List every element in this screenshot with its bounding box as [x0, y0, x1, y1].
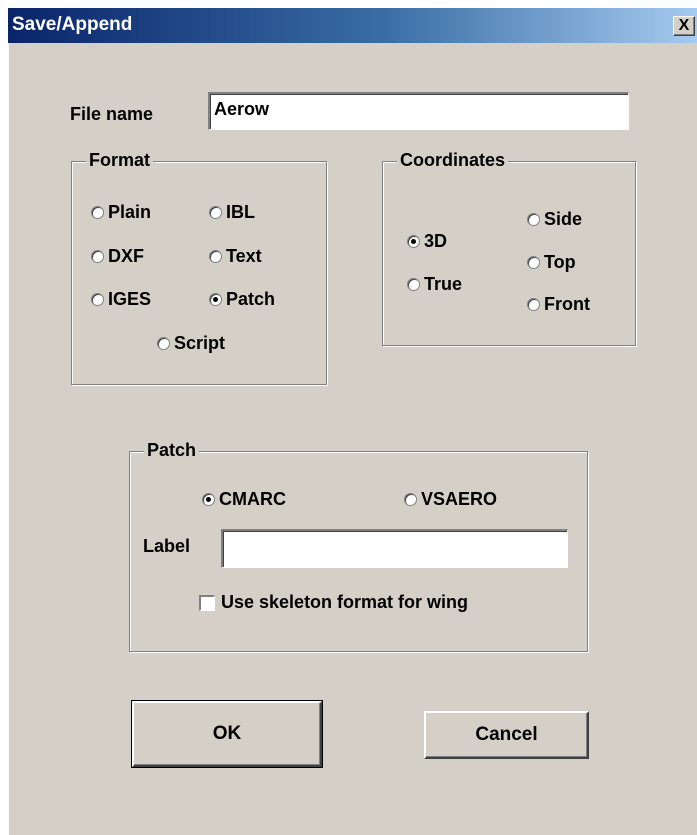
- coordinates-option-label: 3D: [424, 230, 448, 251]
- radio-button-selected-icon: [202, 492, 215, 506]
- patch-group: Patch CMARC VSAERO Label Use skeleton fo…: [129, 439, 588, 652]
- file-name-input[interactable]: Aerow: [208, 92, 629, 130]
- format-legend: Format: [86, 149, 154, 171]
- coordinates-option-label: Side: [544, 208, 583, 229]
- coordinates-option-label: Front: [544, 293, 590, 314]
- format-option-label: Patch: [226, 288, 276, 309]
- radio-button-icon: [157, 336, 170, 350]
- file-name-label: File name: [70, 104, 154, 124]
- radio-button-icon: [91, 249, 104, 263]
- format-option-label: Text: [226, 245, 262, 266]
- close-icon: X: [678, 17, 690, 34]
- format-radio-dxf[interactable]: DXF: [91, 245, 144, 267]
- radio-button-icon: [91, 205, 104, 219]
- ok-button-label: OK: [212, 723, 242, 744]
- format-option-label: IGES: [108, 288, 152, 309]
- cancel-button[interactable]: Cancel: [424, 711, 589, 759]
- format-radio-text[interactable]: Text: [209, 245, 262, 267]
- coordinates-legend: Coordinates: [397, 149, 509, 171]
- radio-button-icon: [527, 297, 540, 311]
- format-radio-ibl[interactable]: IBL: [209, 201, 255, 223]
- save-append-dialog: Save/Append X File name Aerow Format Pla…: [8, 8, 697, 835]
- coordinates-option-label: Top: [544, 251, 576, 272]
- close-button[interactable]: X: [673, 16, 695, 36]
- format-option-label: Script: [174, 332, 226, 353]
- skeleton-format-label: Use skeleton format for wing: [221, 592, 469, 612]
- format-option-label: IBL: [226, 201, 255, 222]
- coordinates-group: Coordinates 3D True Side Top Front: [382, 149, 636, 346]
- patch-option-label: CMARC: [219, 488, 286, 509]
- radio-button-icon: [209, 205, 222, 219]
- format-radio-plain[interactable]: Plain: [91, 201, 151, 223]
- patch-label-input[interactable]: [221, 529, 568, 568]
- checkbox-icon: [199, 594, 215, 611]
- radio-button-icon: [209, 249, 222, 263]
- format-group: Format Plain IBL DXF Text IGES Patch Scr…: [71, 149, 327, 385]
- skeleton-format-checkbox[interactable]: Use skeleton format for wing: [199, 592, 468, 613]
- file-name-value: Aerow: [214, 99, 270, 119]
- format-radio-patch[interactable]: Patch: [209, 288, 275, 310]
- patch-radio-cmarc[interactable]: CMARC: [202, 488, 286, 510]
- radio-button-icon: [91, 292, 104, 306]
- patch-radio-vsaero[interactable]: VSAERO: [404, 488, 497, 510]
- coordinates-radio-true[interactable]: True: [407, 273, 462, 295]
- patch-legend: Patch: [144, 439, 200, 461]
- format-option-label: Plain: [108, 201, 152, 222]
- patch-label-caption: Label: [143, 536, 191, 556]
- radio-button-icon: [527, 255, 540, 269]
- dialog-title: Save/Append: [12, 14, 133, 35]
- format-radio-iges[interactable]: IGES: [91, 288, 151, 310]
- patch-option-label: VSAERO: [421, 488, 498, 509]
- format-radio-script[interactable]: Script: [157, 332, 225, 354]
- coordinates-radio-3d[interactable]: 3D: [407, 230, 447, 252]
- radio-button-icon: [404, 492, 417, 506]
- coordinates-radio-top[interactable]: Top: [527, 251, 576, 273]
- radio-button-selected-icon: [209, 292, 222, 306]
- radio-button-icon: [527, 212, 540, 226]
- radio-button-icon: [407, 277, 420, 291]
- coordinates-radio-side[interactable]: Side: [527, 208, 582, 230]
- ok-button[interactable]: OK: [131, 700, 323, 768]
- format-option-label: DXF: [108, 245, 144, 266]
- radio-button-selected-icon: [407, 234, 420, 248]
- title-bar[interactable]: Save/Append X: [8, 8, 697, 43]
- cancel-button-label: Cancel: [475, 724, 538, 745]
- coordinates-option-label: True: [424, 273, 463, 294]
- coordinates-radio-front[interactable]: Front: [527, 293, 590, 315]
